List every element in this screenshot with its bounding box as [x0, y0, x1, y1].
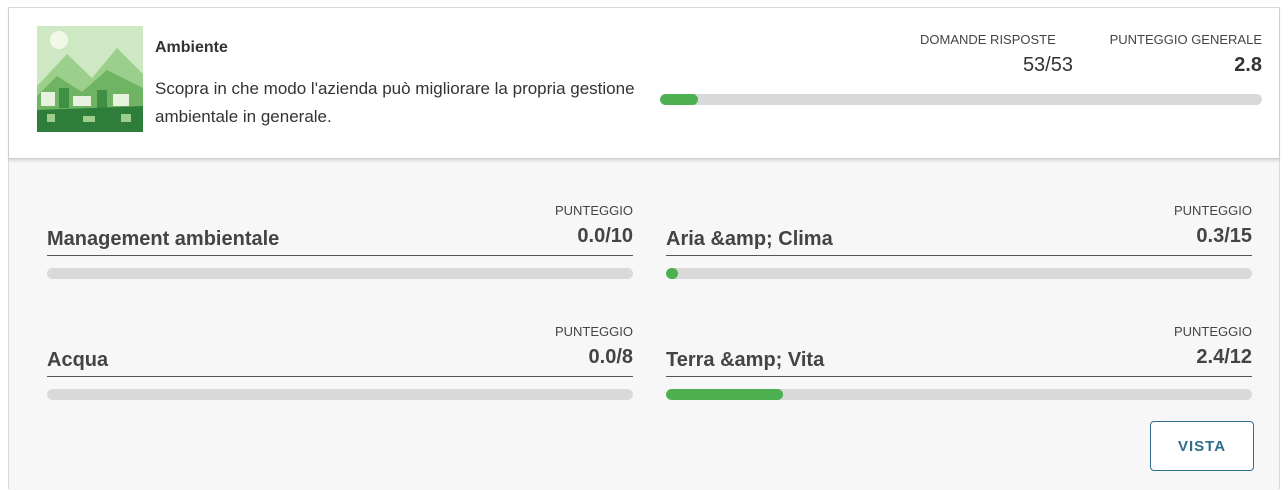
general-score-label: PUNTEGGIO GENERALE: [1109, 32, 1262, 47]
category-score: 0.0/10: [577, 225, 633, 247]
category-name: Terra &amp; Vita: [666, 349, 825, 371]
category-score: 2.4/12: [1196, 346, 1252, 368]
category-divider: [666, 255, 1252, 256]
category-progress-bar: [666, 268, 1252, 279]
category-land-life: PUNTEGGIO Terra &amp; Vita 2.4/12: [666, 324, 1252, 404]
module-description: Scopra in che modo l'azienda può miglior…: [155, 79, 635, 126]
category-divider: [47, 255, 633, 256]
category-progress-bar: [47, 389, 633, 400]
category-progress-bar: [666, 389, 1252, 400]
environment-thumbnail-icon: [37, 26, 143, 132]
answered-label: DOMANDE RISPOSTE: [920, 32, 1056, 47]
category-air-climate: PUNTEGGIO Aria &amp; Clima 0.3/15: [666, 203, 1252, 283]
category-score: 0.3/15: [1196, 225, 1252, 247]
module-card: Ambiente Scopra in che modo l'azienda pu…: [8, 7, 1280, 490]
category-divider: [666, 376, 1252, 377]
view-button[interactable]: VISTA: [1150, 421, 1254, 471]
module-header: Ambiente Scopra in che modo l'azienda pu…: [9, 8, 1279, 159]
answered-value: 53/53: [1022, 54, 1073, 76]
category-divider: [47, 376, 633, 377]
category-score: 0.0/8: [588, 346, 633, 368]
category-score-label: PUNTEGGIO: [1173, 324, 1252, 339]
category-name: Aria &amp; Clima: [666, 228, 833, 250]
categories-panel: PUNTEGGIO Management ambientale 0.0/10 P…: [9, 158, 1279, 490]
category-score-label: PUNTEGGIO: [554, 324, 633, 339]
category-management: PUNTEGGIO Management ambientale 0.0/10: [47, 203, 633, 283]
category-name: Acqua: [47, 349, 109, 371]
category-water: PUNTEGGIO Acqua 0.0/8: [47, 324, 633, 404]
overall-progress-fill: [660, 94, 698, 105]
category-score-label: PUNTEGGIO: [554, 203, 633, 218]
category-progress-fill: [666, 389, 784, 400]
category-progress-fill: [666, 268, 678, 279]
category-score-label: PUNTEGGIO: [1173, 203, 1252, 218]
category-name: Management ambientale: [47, 228, 280, 250]
general-score-value: 2.8: [1234, 54, 1262, 76]
overall-progress-bar: [660, 94, 1262, 105]
category-progress-bar: [47, 268, 633, 279]
module-title: Ambiente: [155, 39, 228, 56]
